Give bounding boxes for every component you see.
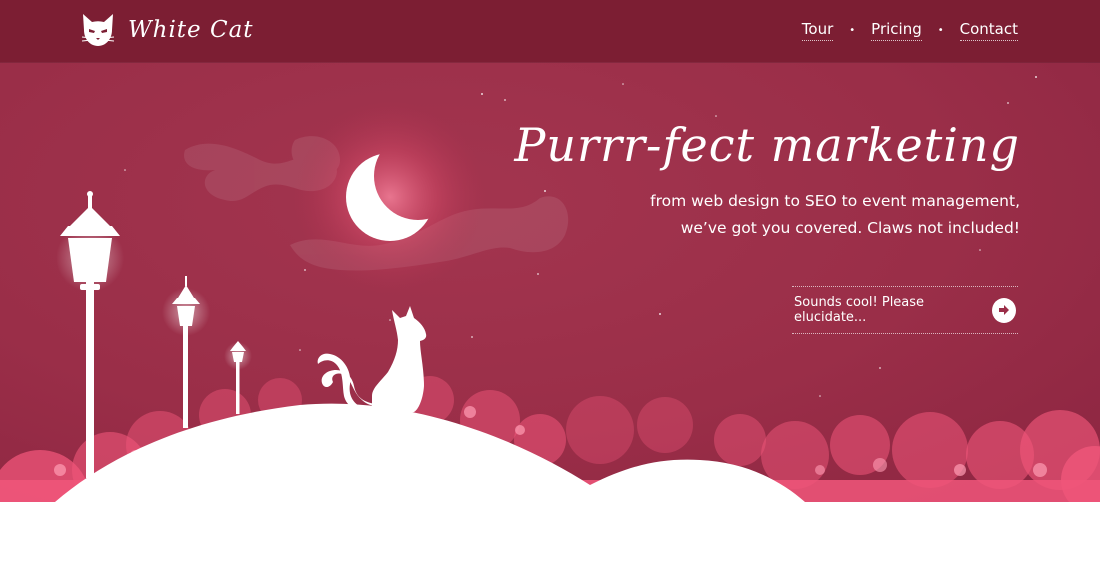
brand-name: White Cat (128, 17, 254, 43)
hero-subtitle: from web design to SEO to event manageme… (500, 188, 1020, 242)
hero-section: White Cat Tour • Pricing • Contact Purrr… (0, 0, 1100, 502)
brand-logo[interactable]: White Cat (80, 12, 254, 48)
nav-link-pricing[interactable]: Pricing (871, 20, 922, 41)
main-nav: Tour • Pricing • Contact (801, 20, 1018, 41)
hero-headline: Purrr-fect marketing (514, 118, 1020, 172)
hero-subtitle-line-1: from web design to SEO to event manageme… (650, 192, 1020, 210)
nav-separator: • (937, 25, 944, 36)
nav-link-contact[interactable]: Contact (959, 20, 1018, 41)
hero-subtitle-line-2: we’ve got you covered. Claws not include… (680, 219, 1020, 237)
cta-label: Sounds cool! Please elucidate... (794, 295, 925, 325)
learn-more-cta[interactable]: Sounds cool! Please elucidate... (792, 286, 1018, 334)
cat-head-icon (81, 14, 115, 46)
night-scene-illustration (0, 0, 1100, 502)
top-navigation-bar: White Cat Tour • Pricing • Contact (0, 0, 1100, 62)
nav-separator: • (849, 25, 856, 36)
nav-link-tour[interactable]: Tour (801, 20, 834, 41)
arrow-right-icon (999, 305, 1010, 315)
cta-arrow-button[interactable] (992, 297, 1016, 323)
